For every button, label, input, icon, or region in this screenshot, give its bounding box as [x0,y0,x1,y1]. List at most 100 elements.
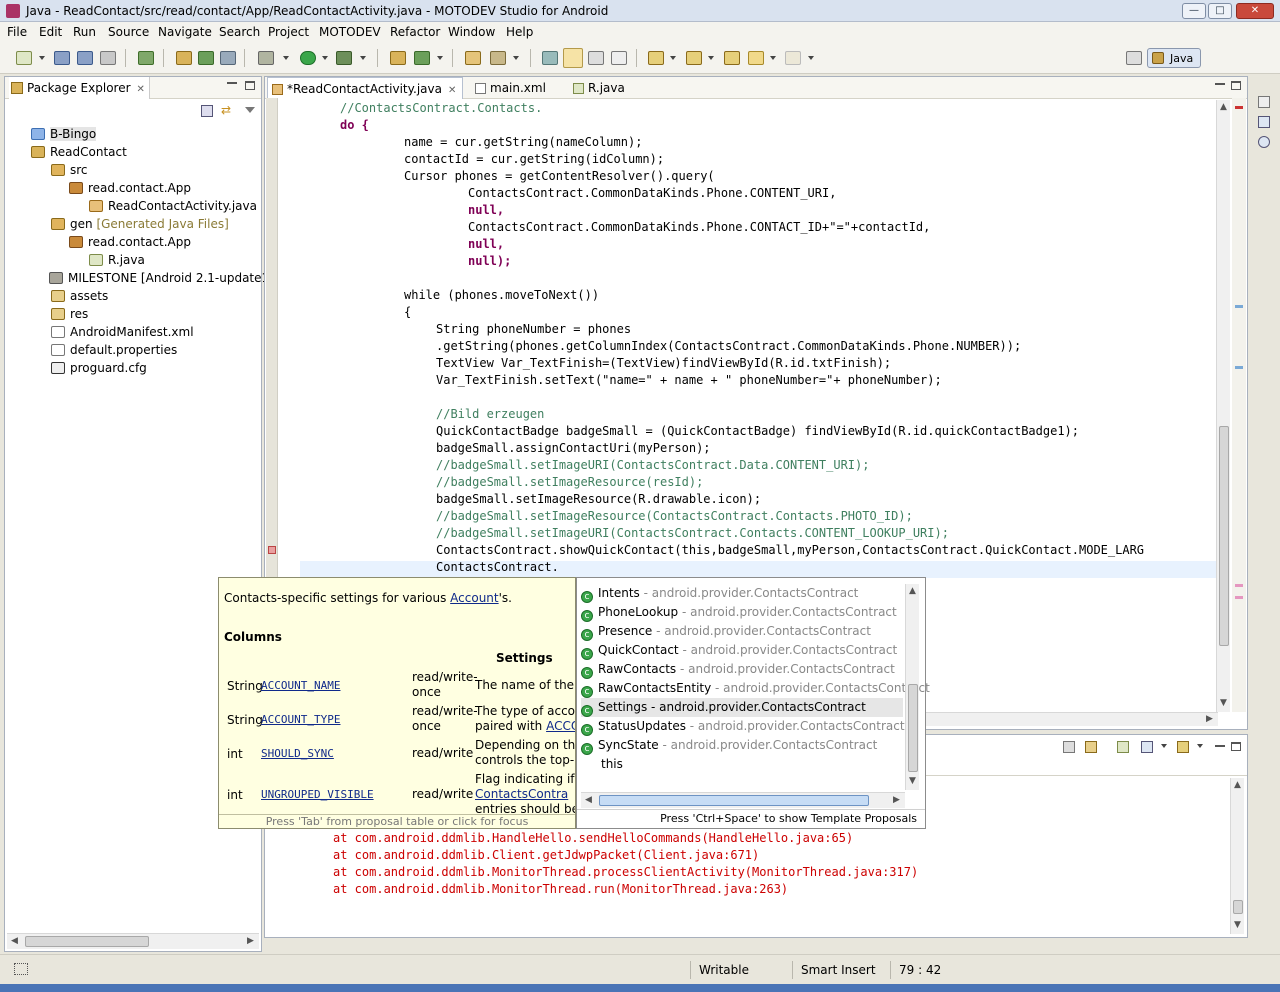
proposal-item[interactable]: c Intents - android.provider.ContactsCont… [581,584,903,603]
close-icon[interactable]: ✕ [137,84,145,95]
minimize-button[interactable]: — [1182,3,1206,19]
scroll-right-icon[interactable]: ▶ [1206,714,1213,724]
menu-project[interactable]: Project [268,25,309,39]
warning-overview-marker[interactable] [1235,596,1243,599]
proposals-vertical-scrollbar[interactable]: ▲ ▼ [905,584,919,790]
proposals-horizontal-scrollbar[interactable]: ◀ ▶ [581,792,905,808]
scroll-right-icon[interactable]: ▶ [247,936,254,946]
view-menu-icon[interactable] [245,107,255,113]
previous-annotation-icon[interactable] [686,51,702,65]
toggle-mark-occurrences-icon[interactable] [542,51,558,65]
tab-package-explorer[interactable]: Package Explorer ✕ [9,77,150,99]
column-name-link[interactable]: ACCOUNT_TYPE [261,713,340,726]
error-overview-marker[interactable] [1235,106,1243,109]
menu-run[interactable]: Run [73,25,96,39]
display-console-icon[interactable] [1141,741,1153,753]
outline-icon[interactable] [1258,96,1270,108]
back-dropdown-icon[interactable] [770,56,776,60]
maximize-view-icon[interactable] [1231,81,1241,90]
block-selection-icon[interactable] [588,51,604,65]
tree-item-milestone[interactable]: MILESTONE [Android 2.1-update1] [49,270,274,287]
proposal-item[interactable]: this [581,755,903,774]
javadoc-popup[interactable]: Contacts-specific settings for various A… [218,577,576,829]
show-whitespace-icon[interactable] [611,51,627,65]
tree-item-proguard[interactable]: proguard.cfg [51,360,147,377]
close-icon[interactable]: ✕ [448,85,456,96]
clear-console-icon[interactable] [1063,741,1075,753]
scrollbar-thumb[interactable] [908,684,918,772]
column-name-link[interactable]: ACCOUNT_NAME [261,679,340,692]
close-button[interactable]: ✕ [1236,3,1274,19]
scroll-right-icon[interactable]: ▶ [893,795,900,805]
new-dropdown-icon[interactable] [39,56,45,60]
search-dropdown-icon[interactable] [513,56,519,60]
scrollbar-thumb[interactable] [1233,900,1243,914]
minimize-view-icon[interactable] [227,82,237,84]
task-list-icon[interactable] [1258,116,1270,128]
minimize-view-icon[interactable] [1215,83,1225,85]
editor-vertical-scrollbar[interactable]: ▲ ▼ [1216,100,1230,712]
external-tools-icon[interactable] [336,51,352,65]
menu-file[interactable]: File [7,25,27,39]
tree-item-assets[interactable]: assets [51,288,108,305]
new-class-icon[interactable] [198,51,214,65]
forward-icon[interactable] [785,51,801,65]
previous-annotation-dropdown-icon[interactable] [708,56,714,60]
error-marker-icon[interactable] [268,546,276,554]
menu-refactor[interactable]: Refactor [390,25,440,39]
menu-window[interactable]: Window [448,25,495,39]
menu-source[interactable]: Source [108,25,149,39]
menu-help[interactable]: Help [506,25,533,39]
tab-r-java[interactable]: R.java [569,77,625,99]
new-icon[interactable] [16,51,32,65]
collapse-all-icon[interactable] [201,105,213,117]
new-java-class-icon[interactable] [414,51,430,65]
occurrence-overview-marker[interactable] [1235,366,1243,369]
scroll-left-icon[interactable]: ◀ [11,936,18,946]
tab-main-xml[interactable]: main.xml [471,77,546,99]
new-java-package-icon[interactable] [390,51,406,65]
horizontal-scrollbar[interactable]: ◀ ▶ [7,933,259,949]
column-name-link[interactable]: UNGROUPED_VISIBLE [261,788,374,801]
tree-item-package[interactable]: read.contact.App [69,180,191,197]
proposal-item[interactable]: c RawContacts - android.provider.Contacts… [581,660,903,679]
scrollbar-thumb[interactable] [599,795,869,806]
tree-item-src[interactable]: src [51,162,88,179]
proposal-item[interactable]: c SyncState - android.provider.ContactsCo… [581,736,903,755]
content-assist-popup[interactable]: c Intents - android.provider.ContactsCont… [576,577,930,829]
maximize-view-icon[interactable] [245,81,255,90]
tab-readcontactactivity[interactable]: *ReadContactActivity.java ✕ [267,77,463,99]
scroll-up-icon[interactable]: ▲ [1234,780,1241,790]
scroll-lock-icon[interactable] [1085,741,1097,753]
help-icon[interactable] [1258,136,1270,148]
tree-item-gen-package[interactable]: read.contact.App [69,234,191,251]
proposal-item[interactable]: c StatusUpdates - android.provider.Contac… [581,717,905,736]
next-annotation-dropdown-icon[interactable] [670,56,676,60]
menu-edit[interactable]: Edit [39,25,62,39]
tree-item-res[interactable]: res [51,306,88,323]
next-annotation-icon[interactable] [648,51,664,65]
link-with-editor-icon[interactable]: ⇄ [221,104,235,117]
toggle-breadcrumb-icon[interactable] [563,48,583,68]
editor-horizontal-scrollbar[interactable]: ▶ [922,712,1218,726]
account-link[interactable]: Account [450,591,498,605]
open-perspective-icon[interactable] [1126,51,1142,65]
open-console-dropdown-icon[interactable] [1197,744,1203,748]
debug-dropdown-icon[interactable] [283,56,289,60]
external-tools-dropdown-icon[interactable] [360,56,366,60]
occurrence-overview-marker[interactable] [1235,305,1243,308]
java-perspective-button[interactable]: Java [1147,48,1201,68]
maximize-view-icon[interactable] [1231,742,1241,751]
tree-item-readcontact[interactable]: ReadContact [31,144,127,161]
menu-search[interactable]: Search [219,25,260,39]
scrollbar-thumb[interactable] [25,936,149,947]
code-editor[interactable]: //ContactsContract.Contacts. do { name =… [278,100,1216,575]
run-dropdown-icon[interactable] [322,56,328,60]
last-edit-location-icon[interactable] [724,51,740,65]
menu-motodev[interactable]: MOTODEV [319,25,381,39]
scroll-up-icon[interactable]: ▲ [1220,102,1227,112]
scroll-down-icon[interactable]: ▼ [1220,698,1227,708]
contactscontract-link[interactable]: ContactsContra [475,787,568,801]
new-file-icon[interactable] [220,51,236,65]
console-vertical-scrollbar[interactable]: ▲ ▼ [1230,778,1244,934]
